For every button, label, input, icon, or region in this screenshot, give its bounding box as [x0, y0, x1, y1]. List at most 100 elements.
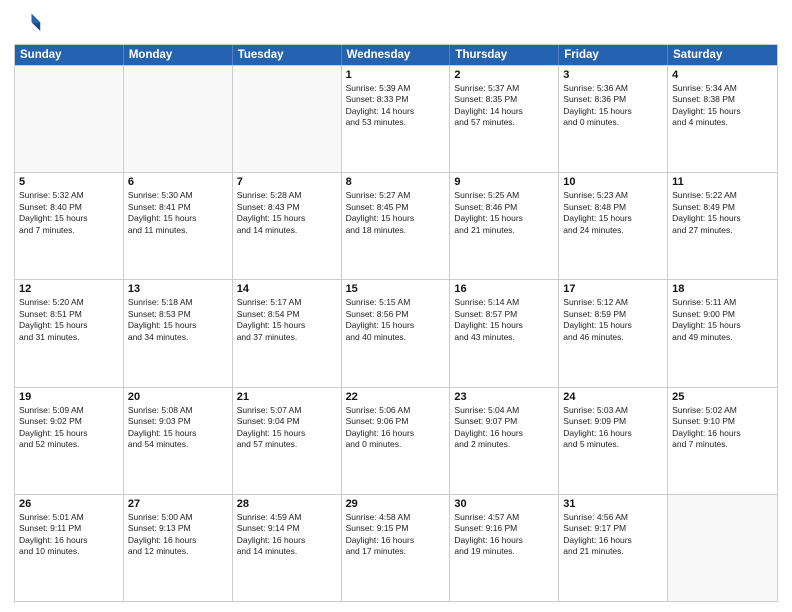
- cell-info: Sunrise: 5:14 AMSunset: 8:57 PMDaylight:…: [454, 297, 554, 343]
- cell-info: Sunrise: 5:23 AMSunset: 8:48 PMDaylight:…: [563, 190, 663, 236]
- cell-info: Sunrise: 5:15 AMSunset: 8:56 PMDaylight:…: [346, 297, 446, 343]
- calendar-cell-17: 17 Sunrise: 5:12 AMSunset: 8:59 PMDayligh…: [559, 280, 668, 386]
- empty-cell: [233, 66, 342, 172]
- calendar-cell-24: 24 Sunrise: 5:03 AMSunset: 9:09 PMDayligh…: [559, 388, 668, 494]
- day-number: 24: [563, 391, 663, 403]
- empty-cell: [668, 495, 777, 601]
- calendar-cell-6: 6 Sunrise: 5:30 AMSunset: 8:41 PMDaylight…: [124, 173, 233, 279]
- cell-info: Sunrise: 5:25 AMSunset: 8:46 PMDaylight:…: [454, 190, 554, 236]
- calendar: SundayMondayTuesdayWednesdayThursdayFrid…: [14, 44, 778, 602]
- weekday-header-wednesday: Wednesday: [342, 45, 451, 65]
- calendar-cell-1: 1Sunrise: 5:39 AMSunset: 8:33 PMDaylight…: [342, 66, 451, 172]
- day-number: 30: [454, 498, 554, 510]
- calendar-cell-10: 10 Sunrise: 5:23 AMSunset: 8:48 PMDayligh…: [559, 173, 668, 279]
- calendar-cell-29: 29 Sunrise: 4:58 AMSunset: 9:15 PMDayligh…: [342, 495, 451, 601]
- day-number: 2: [454, 69, 554, 81]
- day-number: 10: [563, 176, 663, 188]
- cell-info: Sunrise: 5:36 AMSunset: 8:36 PMDaylight:…: [563, 83, 663, 129]
- day-number: 5: [19, 176, 119, 188]
- cell-info: Sunrise: 5:32 AMSunset: 8:40 PMDaylight:…: [19, 190, 119, 236]
- cell-info: Sunrise: 5:34 AMSunset: 8:38 PMDaylight:…: [672, 83, 773, 129]
- day-number: 17: [563, 283, 663, 295]
- cell-info: Sunrise: 5:22 AMSunset: 8:49 PMDaylight:…: [672, 190, 773, 236]
- cell-info: Sunrise: 4:58 AMSunset: 9:15 PMDaylight:…: [346, 512, 446, 558]
- day-number: 27: [128, 498, 228, 510]
- calendar-cell-12: 12 Sunrise: 5:20 AMSunset: 8:51 PMDayligh…: [15, 280, 124, 386]
- cell-info: Sunrise: 5:01 AMSunset: 9:11 PMDaylight:…: [19, 512, 119, 558]
- day-number: 23: [454, 391, 554, 403]
- page: SundayMondayTuesdayWednesdayThursdayFrid…: [0, 0, 792, 612]
- calendar-row-2: 5 Sunrise: 5:32 AMSunset: 8:40 PMDaylight…: [15, 172, 777, 279]
- cell-info: Sunrise: 5:03 AMSunset: 9:09 PMDaylight:…: [563, 405, 663, 451]
- day-number: 19: [19, 391, 119, 403]
- day-number: 3: [563, 69, 663, 81]
- day-number: 7: [237, 176, 337, 188]
- cell-info: Sunrise: 4:56 AMSunset: 9:17 PMDaylight:…: [563, 512, 663, 558]
- cell-info: Sunrise: 5:18 AMSunset: 8:53 PMDaylight:…: [128, 297, 228, 343]
- cell-info: Sunrise: 5:02 AMSunset: 9:10 PMDaylight:…: [672, 405, 773, 451]
- day-number: 11: [672, 176, 773, 188]
- weekday-header-saturday: Saturday: [668, 45, 777, 65]
- day-number: 8: [346, 176, 446, 188]
- calendar-cell-26: 26 Sunrise: 5:01 AMSunset: 9:11 PMDayligh…: [15, 495, 124, 601]
- cell-info: Sunrise: 4:57 AMSunset: 9:16 PMDaylight:…: [454, 512, 554, 558]
- cell-info: Sunrise: 5:28 AMSunset: 8:43 PMDaylight:…: [237, 190, 337, 236]
- calendar-cell-15: 15 Sunrise: 5:15 AMSunset: 8:56 PMDayligh…: [342, 280, 451, 386]
- weekday-header-monday: Monday: [124, 45, 233, 65]
- day-number: 25: [672, 391, 773, 403]
- calendar-cell-25: 25 Sunrise: 5:02 AMSunset: 9:10 PMDayligh…: [668, 388, 777, 494]
- day-number: 15: [346, 283, 446, 295]
- calendar-cell-11: 11 Sunrise: 5:22 AMSunset: 8:49 PMDayligh…: [668, 173, 777, 279]
- calendar-cell-18: 18 Sunrise: 5:11 AMSunset: 9:00 PMDayligh…: [668, 280, 777, 386]
- day-number: 4: [672, 69, 773, 81]
- day-number: 6: [128, 176, 228, 188]
- cell-info: Sunrise: 5:39 AMSunset: 8:33 PMDaylight:…: [346, 83, 446, 129]
- cell-info: Sunrise: 5:17 AMSunset: 8:54 PMDaylight:…: [237, 297, 337, 343]
- logo-icon: [14, 10, 42, 38]
- calendar-cell-3: 3 Sunrise: 5:36 AMSunset: 8:36 PMDaylight…: [559, 66, 668, 172]
- cell-info: Sunrise: 5:07 AMSunset: 9:04 PMDaylight:…: [237, 405, 337, 451]
- header: [14, 10, 778, 38]
- cell-info: Sunrise: 5:20 AMSunset: 8:51 PMDaylight:…: [19, 297, 119, 343]
- calendar-cell-31: 31 Sunrise: 4:56 AMSunset: 9:17 PMDayligh…: [559, 495, 668, 601]
- day-number: 26: [19, 498, 119, 510]
- cell-info: Sunrise: 5:30 AMSunset: 8:41 PMDaylight:…: [128, 190, 228, 236]
- calendar-cell-27: 27 Sunrise: 5:00 AMSunset: 9:13 PMDayligh…: [124, 495, 233, 601]
- calendar-cell-30: 30 Sunrise: 4:57 AMSunset: 9:16 PMDayligh…: [450, 495, 559, 601]
- logo: [14, 10, 46, 38]
- empty-cell: [124, 66, 233, 172]
- weekday-header-sunday: Sunday: [15, 45, 124, 65]
- day-number: 31: [563, 498, 663, 510]
- cell-info: Sunrise: 5:11 AMSunset: 9:00 PMDaylight:…: [672, 297, 773, 343]
- calendar-cell-14: 14Sunrise: 5:17 AMSunset: 8:54 PMDayligh…: [233, 280, 342, 386]
- day-number: 29: [346, 498, 446, 510]
- calendar-cell-7: 7 Sunrise: 5:28 AMSunset: 8:43 PMDaylight…: [233, 173, 342, 279]
- calendar-cell-19: 19 Sunrise: 5:09 AMSunset: 9:02 PMDayligh…: [15, 388, 124, 494]
- calendar-cell-16: 16 Sunrise: 5:14 AMSunset: 8:57 PMDayligh…: [450, 280, 559, 386]
- cell-info: Sunrise: 5:37 AMSunset: 8:35 PMDaylight:…: [454, 83, 554, 129]
- calendar-row-3: 12 Sunrise: 5:20 AMSunset: 8:51 PMDayligh…: [15, 279, 777, 386]
- calendar-cell-23: 23Sunrise: 5:04 AMSunset: 9:07 PMDayligh…: [450, 388, 559, 494]
- day-number: 22: [346, 391, 446, 403]
- calendar-cell-5: 5 Sunrise: 5:32 AMSunset: 8:40 PMDaylight…: [15, 173, 124, 279]
- calendar-cell-20: 20Sunrise: 5:08 AMSunset: 9:03 PMDayligh…: [124, 388, 233, 494]
- calendar-row-4: 19 Sunrise: 5:09 AMSunset: 9:02 PMDayligh…: [15, 387, 777, 494]
- calendar-cell-2: 2 Sunrise: 5:37 AMSunset: 8:35 PMDaylight…: [450, 66, 559, 172]
- cell-info: Sunrise: 5:00 AMSunset: 9:13 PMDaylight:…: [128, 512, 228, 558]
- calendar-row-1: 1Sunrise: 5:39 AMSunset: 8:33 PMDaylight…: [15, 65, 777, 172]
- calendar-cell-13: 13 Sunrise: 5:18 AMSunset: 8:53 PMDayligh…: [124, 280, 233, 386]
- cell-info: Sunrise: 5:12 AMSunset: 8:59 PMDaylight:…: [563, 297, 663, 343]
- cell-info: Sunrise: 5:27 AMSunset: 8:45 PMDaylight:…: [346, 190, 446, 236]
- day-number: 16: [454, 283, 554, 295]
- empty-cell: [15, 66, 124, 172]
- cell-info: Sunrise: 5:09 AMSunset: 9:02 PMDaylight:…: [19, 405, 119, 451]
- calendar-cell-22: 22 Sunrise: 5:06 AMSunset: 9:06 PMDayligh…: [342, 388, 451, 494]
- cell-info: Sunrise: 5:06 AMSunset: 9:06 PMDaylight:…: [346, 405, 446, 451]
- weekday-header-thursday: Thursday: [450, 45, 559, 65]
- calendar-cell-9: 9Sunrise: 5:25 AMSunset: 8:46 PMDaylight…: [450, 173, 559, 279]
- weekday-header-tuesday: Tuesday: [233, 45, 342, 65]
- weekday-header-friday: Friday: [559, 45, 668, 65]
- day-number: 18: [672, 283, 773, 295]
- day-number: 13: [128, 283, 228, 295]
- day-number: 12: [19, 283, 119, 295]
